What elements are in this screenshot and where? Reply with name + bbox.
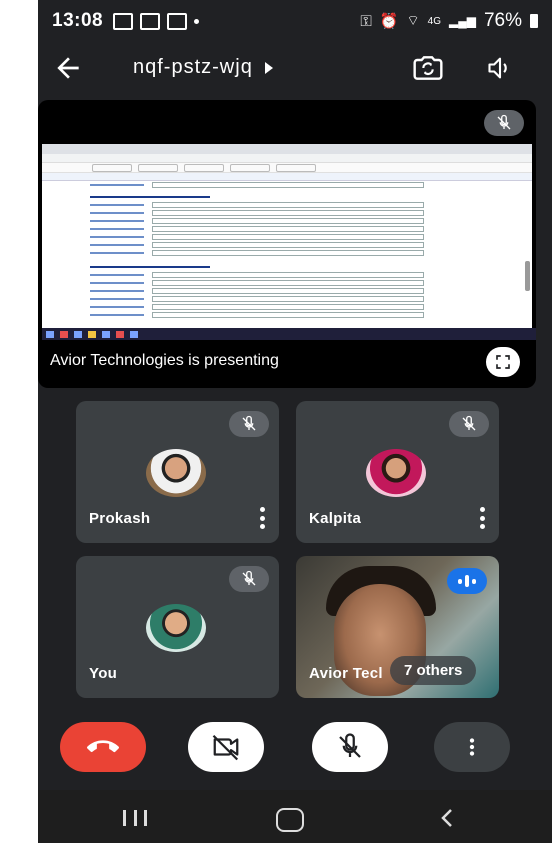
participant-menu-button[interactable]: [259, 507, 265, 529]
participant-name: Kalpita: [309, 510, 362, 527]
meet-call-screen: 13:08 ⚿ ⏰ ⌔ 4G ▂▄▆ 76% nqf-pstz-wjq Avio…: [38, 0, 552, 843]
participant-tile-prokash[interactable]: Prokash: [76, 401, 279, 543]
mic-off-icon: [242, 415, 256, 431]
battery-icon: [530, 14, 538, 28]
mute-indicator: [449, 411, 489, 437]
participant-name: Prokash: [89, 510, 151, 527]
key-icon: ⚿: [360, 12, 372, 30]
nav-back-icon[interactable]: [436, 806, 460, 830]
more-options-button[interactable]: [434, 722, 510, 772]
meeting-code-button[interactable]: nqf-pstz-wjq: [133, 56, 273, 79]
participant-name: Avior Tecl: [309, 665, 383, 682]
battery-percent: 76%: [483, 10, 522, 31]
switch-camera-icon[interactable]: [411, 52, 445, 84]
youtube-icon: [140, 12, 161, 30]
shared-doc-ruler: [42, 173, 532, 181]
presenter-mute-indicator: [484, 110, 524, 136]
others-count-pill[interactable]: 7 others: [390, 656, 477, 685]
participant-name: You: [89, 665, 118, 682]
gallery-icon: [167, 12, 188, 30]
avatar: [146, 604, 206, 652]
presenting-label: Avior Technologies is presenting: [50, 352, 279, 369]
shared-browser-tabs: [42, 144, 532, 154]
shared-screen: [42, 144, 536, 340]
fullscreen-button[interactable]: [486, 347, 520, 377]
status-bar: 13:08 ⚿ ⏰ ⌔ 4G ▂▄▆ 76%: [38, 0, 552, 42]
signal-icon: ▂▄▆: [449, 14, 476, 28]
mic-off-icon: [462, 415, 476, 431]
back-arrow-icon[interactable]: [52, 52, 84, 84]
mic-off-icon: [497, 114, 511, 130]
chevron-right-icon: [264, 61, 273, 74]
mute-indicator: [229, 566, 269, 592]
speaking-indicator: [447, 568, 487, 594]
speaker-icon[interactable]: [485, 54, 515, 82]
more-notifications-dot: [194, 18, 200, 24]
app-bar: nqf-pstz-wjq: [38, 48, 552, 90]
mute-indicator: [229, 411, 269, 437]
home-icon[interactable]: [276, 808, 304, 832]
call-controls: [38, 722, 552, 774]
participant-tile-you[interactable]: You: [76, 556, 279, 698]
system-icons: ⚿ ⏰ ⌔ 4G ▂▄▆ 76%: [360, 10, 538, 32]
notification-app-icon: [113, 12, 134, 30]
participant-tile-avior[interactable]: Avior Tecl 7 others: [296, 556, 499, 698]
shared-taskbar: [42, 328, 536, 340]
participant-menu-button[interactable]: [479, 507, 485, 529]
avatar: [366, 449, 426, 497]
participant-tile-kalpita[interactable]: Kalpita: [296, 401, 499, 543]
avatar: [146, 449, 206, 497]
system-nav-bar: [38, 790, 552, 843]
fullscreen-icon: [496, 355, 510, 369]
presentation-tile[interactable]: Avior Technologies is presenting: [38, 100, 536, 388]
call-end-icon: [87, 740, 119, 753]
camera-toggle-button[interactable]: [188, 722, 264, 772]
notification-icons: [113, 12, 200, 30]
mic-off-icon: [339, 733, 361, 758]
meeting-code: nqf-pstz-wjq: [133, 56, 253, 78]
shared-doc-body: [42, 181, 532, 329]
end-call-button[interactable]: [60, 722, 146, 772]
status-time: 13:08: [52, 10, 104, 31]
camera-off-icon: [212, 734, 239, 761]
shared-scrollbar: [525, 261, 530, 291]
network-label: 4G: [427, 15, 441, 27]
recents-icon[interactable]: [123, 810, 147, 826]
wifi-icon: ⌔: [406, 12, 420, 28]
mic-toggle-button[interactable]: [312, 722, 388, 772]
mic-off-icon: [242, 570, 256, 586]
alarm-icon: ⏰: [379, 13, 399, 30]
more-vertical-icon: [469, 738, 475, 756]
shared-doc-toolbar: [42, 163, 532, 173]
shared-address-bar: [42, 154, 532, 163]
